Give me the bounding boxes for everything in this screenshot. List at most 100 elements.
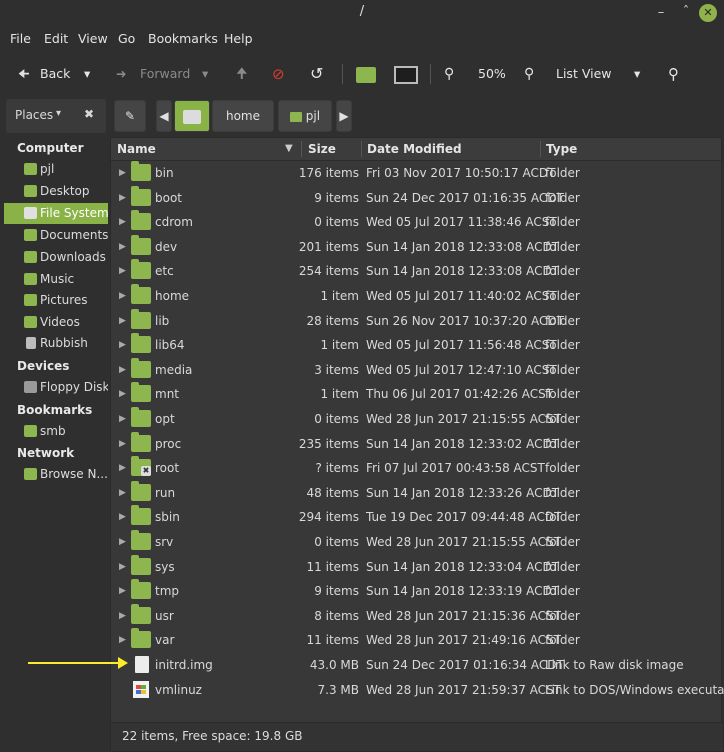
table-row[interactable]: ▶ cdrom 0 items Wed 05 Jul 2017 11:38:46 AC…	[111, 210, 721, 235]
table-row[interactable]: ▶ media 3 items Wed 05 Jul 2017 12:47:10 AC…	[111, 357, 721, 383]
close-sidebar-icon[interactable]: ✖	[84, 107, 94, 121]
floppy-icon	[24, 381, 37, 393]
crumb-root[interactable]	[174, 100, 210, 132]
computer-icon[interactable]	[394, 52, 418, 96]
menu-bookmarks[interactable]: Bookmarks	[148, 31, 218, 46]
column-header-date[interactable]: Date Modified	[367, 138, 462, 160]
forward-button[interactable]: ➜ Forward	[116, 52, 190, 96]
expander-icon[interactable]: ▶	[119, 210, 126, 234]
expander-icon[interactable]: ▶	[119, 432, 126, 456]
zoom-in-icon[interactable]: ⚲	[524, 52, 534, 96]
sidebar-item-desktop[interactable]: Desktop	[4, 181, 108, 202]
expander-icon[interactable]: ▶	[119, 382, 126, 406]
crumb-home[interactable]: home	[212, 100, 274, 132]
table-row[interactable]: ▶ lib64 1 item Wed 05 Jul 2017 11:56:48 ACS…	[111, 333, 721, 358]
home-folder-icon[interactable]	[356, 52, 376, 96]
expander-icon[interactable]: ▶	[119, 161, 126, 185]
menu-view[interactable]: View	[78, 31, 108, 46]
file-name: dev	[155, 239, 178, 254]
view-mode-select[interactable]: List View ▾	[556, 52, 640, 96]
crumb-pjl[interactable]: pjl	[278, 100, 332, 132]
menu-file[interactable]: File	[10, 31, 31, 46]
table-row[interactable]: ▶ opt 0 items Wed 28 Jun 2017 21:15:55 ACST…	[111, 407, 721, 432]
expander-icon[interactable]: ▶	[119, 284, 126, 308]
table-row[interactable]: ▶ dev 201 items Sun 14 Jan 2018 12:33:08 AC…	[111, 234, 721, 260]
path-scroll-right-button[interactable]: ▶	[336, 100, 352, 132]
file-size: 235 items	[298, 436, 359, 451]
places-dropdown[interactable]: Places ▾ ✖	[6, 99, 106, 133]
menu-edit[interactable]: Edit	[44, 31, 68, 46]
path-scroll-left-button[interactable]: ◀	[156, 100, 172, 132]
back-history-dropdown[interactable]: ▾	[84, 52, 90, 96]
expander-icon[interactable]: ▶	[119, 604, 126, 628]
expander-icon[interactable]: ▶	[119, 481, 126, 505]
expander-icon[interactable]: ▶	[119, 358, 126, 382]
sidebar-item-pjl[interactable]: pjl	[4, 159, 108, 180]
folder-icon	[131, 579, 151, 600]
home-folder-icon	[24, 163, 37, 175]
sidebar-item-browse-network[interactable]: Browse N...	[4, 464, 108, 485]
expander-icon[interactable]: ▶	[119, 407, 126, 431]
file-date: Wed 05 Jul 2017 11:38:46 ACST	[366, 215, 557, 230]
menu-help[interactable]: Help	[224, 31, 253, 46]
folder-icon	[131, 259, 151, 280]
expander-icon[interactable]: ▶	[119, 579, 126, 603]
sidebar-item-smb[interactable]: smb	[4, 421, 108, 442]
close-window-icon[interactable]: ✕	[699, 4, 717, 22]
table-row[interactable]: ▶ sys 11 items Sun 14 Jan 2018 12:33:04 ACD…	[111, 554, 721, 580]
table-row[interactable]: ▶ usr 8 items Wed 28 Jun 2017 21:15:36 ACST…	[111, 603, 721, 629]
search-icon[interactable]: ⚲	[668, 52, 679, 96]
folder-icon	[131, 554, 151, 575]
table-row[interactable]: ▶ sbin 294 items Tue 19 Dec 2017 09:44:48 A…	[111, 505, 721, 530]
toggle-location-entry-button[interactable]: ✎	[114, 100, 146, 132]
expander-icon[interactable]: ▶	[119, 333, 126, 357]
expander-icon[interactable]: ▶	[119, 505, 126, 529]
expander-icon[interactable]: ▶	[119, 259, 126, 283]
sidebar-item-pictures[interactable]: Pictures	[4, 290, 108, 311]
table-row[interactable]: ▶ tmp 9 items Sun 14 Jan 2018 12:33:19 ACDT…	[111, 579, 721, 604]
zoom-out-icon[interactable]: ⚲	[444, 52, 454, 96]
videos-folder-icon	[24, 316, 37, 328]
expander-icon[interactable]: ▶	[119, 628, 126, 652]
minimize-icon[interactable]: –	[652, 4, 670, 22]
sidebar-item-documents[interactable]: Documents	[4, 225, 108, 246]
expander-icon[interactable]: ▶	[119, 235, 126, 259]
stop-icon[interactable]: ⊘	[272, 52, 285, 96]
table-row[interactable]: ▶ run 48 items Sun 14 Jan 2018 12:33:26 ACD…	[111, 480, 721, 506]
file-type: folder	[545, 485, 580, 500]
maximize-icon[interactable]: ˆ	[677, 4, 695, 22]
expander-icon[interactable]: ▶	[119, 555, 126, 579]
sidebar-item-downloads[interactable]: Downloads	[4, 247, 108, 268]
menu-go[interactable]: Go	[118, 31, 135, 46]
up-icon[interactable]: 🠉	[236, 52, 248, 96]
table-row[interactable]: ▶ bin 176 items Fri 03 Nov 2017 10:50:17 AC…	[111, 161, 721, 186]
sidebar-item-videos[interactable]: Videos	[4, 312, 108, 333]
expander-icon[interactable]: ▶	[119, 309, 126, 333]
sidebar-item-music[interactable]: Music	[4, 269, 108, 290]
forward-history-dropdown[interactable]: ▾	[202, 52, 208, 96]
table-row[interactable]: ▶ ✖ root ? items Fri 07 Jul 2017 00:43:58 AC…	[111, 456, 721, 481]
table-row[interactable]: ▶ srv 0 items Wed 28 Jun 2017 21:15:55 ACST…	[111, 530, 721, 555]
sidebar-item-floppy-disk[interactable]: Floppy Disk	[4, 377, 108, 398]
expander-icon[interactable]: ▶	[119, 456, 126, 480]
table-row[interactable]: ▶ lib 28 items Sun 26 Nov 2017 10:37:20 ACD…	[111, 308, 721, 334]
expander-icon[interactable]: ▶	[119, 530, 126, 554]
table-row[interactable]: ▶ var 11 items Wed 28 Jun 2017 21:49:16 ACS…	[111, 628, 721, 653]
reload-icon[interactable]: ↺	[310, 52, 323, 96]
sidebar-item-rubbish[interactable]: Rubbish	[4, 333, 108, 354]
table-row[interactable]: ▶ proc 235 items Sun 14 Jan 2018 12:33:02 A…	[111, 431, 721, 457]
sidebar-item-file-system[interactable]: File System	[4, 203, 108, 224]
back-button[interactable]: 🠈 Back	[18, 52, 70, 96]
column-header-size[interactable]: Size	[308, 138, 336, 160]
expander-icon[interactable]: ▶	[119, 186, 126, 210]
zoom-level[interactable]: 50%	[478, 52, 506, 96]
table-row[interactable]: vmlinuz 7.3 MB Wed 28 Jun 2017 21:59:37 AC…	[111, 678, 724, 703]
table-row[interactable]: ▶ etc 254 items Sun 14 Jan 2018 12:33:08 AC…	[111, 259, 721, 284]
table-row[interactable]: ▶ boot 9 items Sun 24 Dec 2017 01:16:35 ACD…	[111, 185, 721, 211]
column-header-type[interactable]: Type	[546, 138, 577, 160]
table-row[interactable]: initrd.img 43.0 MB Sun 24 Dec 2017 01:16:3…	[111, 653, 721, 678]
table-row[interactable]: ▶ home 1 item Wed 05 Jul 2017 11:40:02 ACST…	[111, 284, 721, 309]
file-name: media	[155, 362, 193, 377]
column-header-name[interactable]: Name ▼	[117, 138, 299, 160]
table-row[interactable]: ▶ mnt 1 item Thu 06 Jul 2017 01:42:26 ACST f…	[111, 382, 721, 407]
